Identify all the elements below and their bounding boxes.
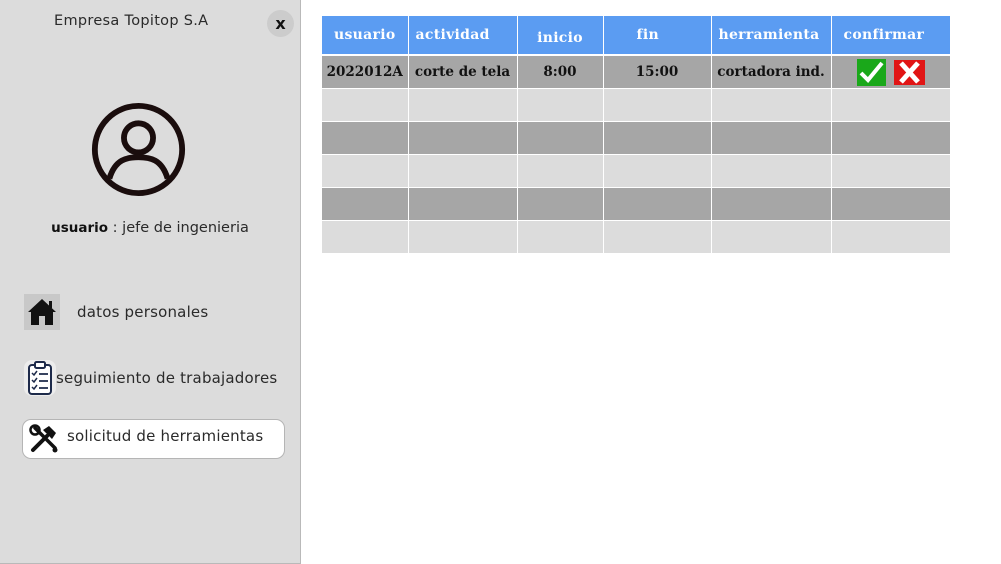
nav-label: solicitud de herramientas <box>67 427 264 445</box>
table-row: 2022012A corte de tela 8:00 15:00 cortad… <box>322 55 950 89</box>
table-cell <box>322 88 409 122</box>
table-cell <box>517 121 604 155</box>
table-cell <box>603 121 712 155</box>
table-cell <box>711 88 832 122</box>
table-cell <box>711 154 832 188</box>
cell-usuario: 2022012A <box>322 55 409 89</box>
confirm-button[interactable] <box>856 58 886 86</box>
cell-herramienta: cortadora ind. <box>711 55 832 89</box>
nav-solicitud-herramientas[interactable]: solicitud de herramientas <box>22 419 285 459</box>
table-cell <box>711 220 832 254</box>
table-cell <box>711 187 832 221</box>
close-button[interactable]: x <box>267 10 294 37</box>
table-cell <box>408 220 518 254</box>
table-cell <box>603 88 712 122</box>
column-header: herramienta <box>711 16 832 56</box>
table-row <box>322 154 950 188</box>
table-cell <box>322 121 409 155</box>
column-header: fin <box>603 16 712 56</box>
table-cell <box>603 220 712 254</box>
home-icon <box>24 294 60 330</box>
user-role: : jefe de ingenieria <box>108 220 249 236</box>
cell-actividad: corte de tela <box>408 55 518 89</box>
table-cell <box>408 154 518 188</box>
nav-seguimiento-trabajadores[interactable]: seguimiento de trabajadores <box>24 360 277 396</box>
column-header: actividad <box>408 16 518 56</box>
reject-button[interactable] <box>893 59 925 85</box>
table-row <box>322 187 950 221</box>
table-cell <box>408 187 518 221</box>
table-cell <box>517 220 604 254</box>
table-cell <box>322 187 409 221</box>
table-cell <box>322 154 409 188</box>
column-header: usuario <box>322 16 409 56</box>
nav-label: seguimiento de trabajadores <box>56 369 278 387</box>
table-cell <box>322 220 409 254</box>
table-cell <box>831 187 950 221</box>
table-row <box>322 220 950 254</box>
table-cell <box>831 154 950 188</box>
column-header: inicio <box>517 16 604 56</box>
user-avatar-icon <box>91 102 186 197</box>
table-cell <box>603 154 712 188</box>
user-label: usuario <box>51 220 109 236</box>
cell-inicio: 8:00 <box>517 55 604 89</box>
clipboard-checklist-icon <box>24 360 56 396</box>
table-cell <box>517 187 604 221</box>
table-cell <box>517 88 604 122</box>
table-cell <box>711 121 832 155</box>
table-cell <box>603 187 712 221</box>
table-cell <box>831 220 950 254</box>
cell-fin: 15:00 <box>603 55 712 89</box>
table-row <box>322 88 950 122</box>
table-cell <box>517 154 604 188</box>
table-cell <box>408 88 518 122</box>
table-cell <box>408 121 518 155</box>
table-row <box>322 121 950 155</box>
nav-datos-personales[interactable]: datos personales <box>24 294 208 330</box>
close-icon: x <box>275 14 286 33</box>
column-header: confirmar <box>831 16 950 56</box>
user-info: usuario : jefe de ingenieria <box>0 220 300 236</box>
tools-icon <box>27 422 61 456</box>
x-mark-icon <box>898 60 920 84</box>
company-name: Empresa Topitop S.A <box>54 13 209 29</box>
nav-label: datos personales <box>77 303 209 321</box>
table-cell <box>831 121 950 155</box>
table-cell <box>831 88 950 122</box>
table-header-row: usuario actividad inicio fin herramienta… <box>322 16 950 56</box>
requests-table: usuario actividad inicio fin herramienta… <box>322 16 950 254</box>
sidebar: Empresa Topitop S.A x usuario : jefe de … <box>0 0 301 564</box>
cell-confirmar <box>831 55 950 89</box>
checkmark-icon <box>859 61 884 83</box>
